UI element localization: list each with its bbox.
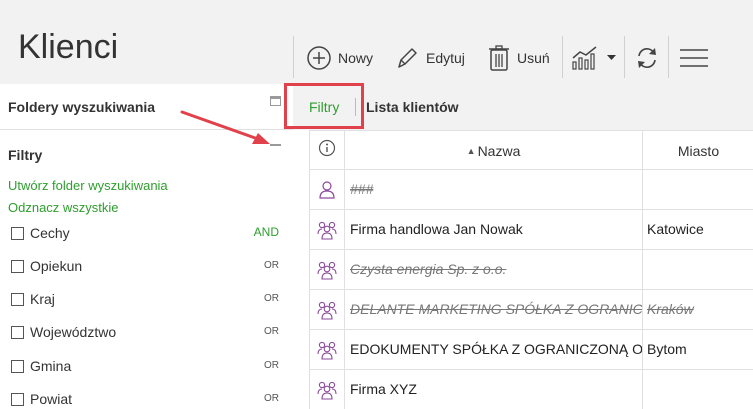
group-icon	[310, 250, 345, 289]
filter-row[interactable]: Kraj OR	[0, 287, 293, 313]
filter-checkbox[interactable]	[11, 326, 24, 339]
header: Klienci Nowy Edytuj Usuń	[0, 0, 753, 84]
new-button-label: Nowy	[338, 50, 374, 66]
info-column-header[interactable]	[310, 131, 345, 170]
toolbar-separator	[293, 36, 294, 78]
filter-label: Województwo	[30, 324, 117, 340]
column-header-name-label: Nazwa	[477, 142, 521, 159]
client-name-cell: Czysta energia Sp. z o.o.	[345, 250, 643, 289]
refresh-icon	[635, 45, 659, 71]
trash-icon	[487, 44, 511, 72]
table-row[interactable]: Firma handlowa Jan Nowak Katowice	[310, 210, 753, 250]
client-city-cell: Katowice	[647, 221, 704, 237]
table-row[interactable]: EDOKUMENTY SPÓŁKA Z OGRANICZONĄ ODPOWIED…	[310, 330, 753, 370]
client-name-cell: Firma XYZ	[345, 370, 643, 409]
filter-checkbox[interactable]	[11, 260, 24, 273]
delete-button[interactable]: Usuń	[487, 42, 550, 74]
table-row[interactable]: Firma XYZ	[310, 370, 753, 409]
filter-label: Cechy	[30, 225, 70, 241]
client-name-cell: ###	[345, 170, 643, 209]
filter-checkbox[interactable]	[11, 393, 24, 406]
filter-operator-toggle[interactable]: OR	[264, 360, 279, 371]
column-header-name[interactable]: ▲ Nazwa	[345, 131, 643, 170]
restore-panel-icon[interactable]	[270, 96, 281, 106]
table-row[interactable]: Czysta energia Sp. z o.o.	[310, 250, 753, 290]
edit-button[interactable]: Edytuj	[394, 42, 465, 74]
single-person-icon	[310, 170, 345, 209]
filter-label: Gmina	[30, 358, 72, 374]
filter-label: Powiat	[30, 391, 73, 407]
filter-row[interactable]: Cechy AND	[0, 221, 293, 247]
annotation-arrow-icon	[180, 110, 270, 144]
filter-checkbox[interactable]	[11, 360, 24, 373]
page-title: Klienci	[18, 28, 119, 66]
sort-ascending-icon: ▲	[466, 145, 476, 156]
edit-button-label: Edytuj	[426, 50, 465, 66]
clients-page: Klienci Nowy Edytuj Usuń Foldery wyszuki…	[0, 0, 753, 409]
filter-operator-toggle[interactable]: OR	[264, 293, 279, 304]
chart-menu-button[interactable]	[571, 42, 616, 74]
table-row[interactable]: ###	[310, 170, 753, 210]
group-icon	[310, 210, 345, 249]
tab-client-list[interactable]: Lista klientów	[366, 99, 459, 115]
plus-circle-icon	[306, 45, 332, 71]
filter-row[interactable]: Gmina OR	[0, 354, 293, 380]
group-icon	[310, 370, 345, 409]
client-city-cell	[643, 170, 753, 209]
filter-operator-toggle[interactable]: OR	[264, 393, 279, 404]
filter-operator-toggle[interactable]: OR	[264, 326, 279, 337]
column-header-city[interactable]: Miasto	[643, 131, 753, 170]
filter-operator-toggle[interactable]: OR	[264, 260, 279, 271]
delete-button-label: Usuń	[517, 50, 550, 66]
table-row[interactable]: DELANTE MARKETING SPÓŁKA Z OGRANICZONĄKr…	[310, 290, 753, 330]
filter-row[interactable]: Opiekun OR	[0, 254, 293, 280]
client-name-cell: Firma handlowa Jan Nowak	[345, 210, 643, 249]
filter-label: Kraj	[30, 291, 55, 307]
column-header-city-label: Miasto	[677, 142, 720, 159]
filter-operator-toggle[interactable]: AND	[254, 225, 279, 239]
group-icon	[310, 330, 345, 369]
client-city-cell: Bytom	[647, 341, 687, 357]
toolbar-separator	[562, 36, 563, 78]
chevron-down-icon	[607, 55, 616, 61]
client-name-cell: DELANTE MARKETING SPÓŁKA Z OGRANICZONĄ	[345, 290, 643, 329]
create-search-folder-link[interactable]: Utwórz folder wyszukiwania	[8, 178, 168, 193]
menu-button[interactable]	[679, 42, 709, 74]
group-icon	[310, 290, 345, 329]
clients-table: ▲ Nazwa Miasto ### Firma handlowa Jan Now…	[309, 130, 753, 409]
annotation-highlight-box	[284, 83, 364, 129]
client-name-cell: EDOKUMENTY SPÓŁKA Z OGRANICZONĄ ODPOWIED…	[345, 330, 643, 369]
refresh-button[interactable]	[635, 42, 659, 74]
filter-checkbox[interactable]	[11, 227, 24, 240]
table-header: ▲ Nazwa Miasto	[310, 130, 753, 170]
hamburger-menu-icon	[679, 47, 709, 69]
client-city-cell	[643, 250, 753, 289]
filters-title: Filtry	[8, 147, 43, 163]
toolbar-separator	[668, 36, 669, 78]
filter-checkbox[interactable]	[11, 293, 24, 306]
filter-row[interactable]: Województwo OR	[0, 320, 293, 346]
filter-row[interactable]: Powiat OR	[0, 387, 293, 409]
view-tabs: Filtry Lista klientów	[284, 83, 753, 130]
client-city-cell: Kraków	[647, 301, 694, 317]
toolbar-separator	[624, 36, 625, 78]
client-city-cell	[643, 370, 753, 409]
main-panel: Filtry Lista klientów ▲ Nazwa Miasto ###…	[284, 83, 753, 409]
filter-label: Opiekun	[30, 258, 83, 274]
new-button[interactable]: Nowy	[306, 42, 373, 74]
pencil-icon	[394, 45, 420, 71]
info-icon	[318, 139, 336, 162]
chart-icon	[571, 44, 601, 72]
search-folders-title: Foldery wyszukiwania	[8, 99, 156, 115]
deselect-all-link[interactable]: Odznacz wszystkie	[8, 200, 119, 215]
